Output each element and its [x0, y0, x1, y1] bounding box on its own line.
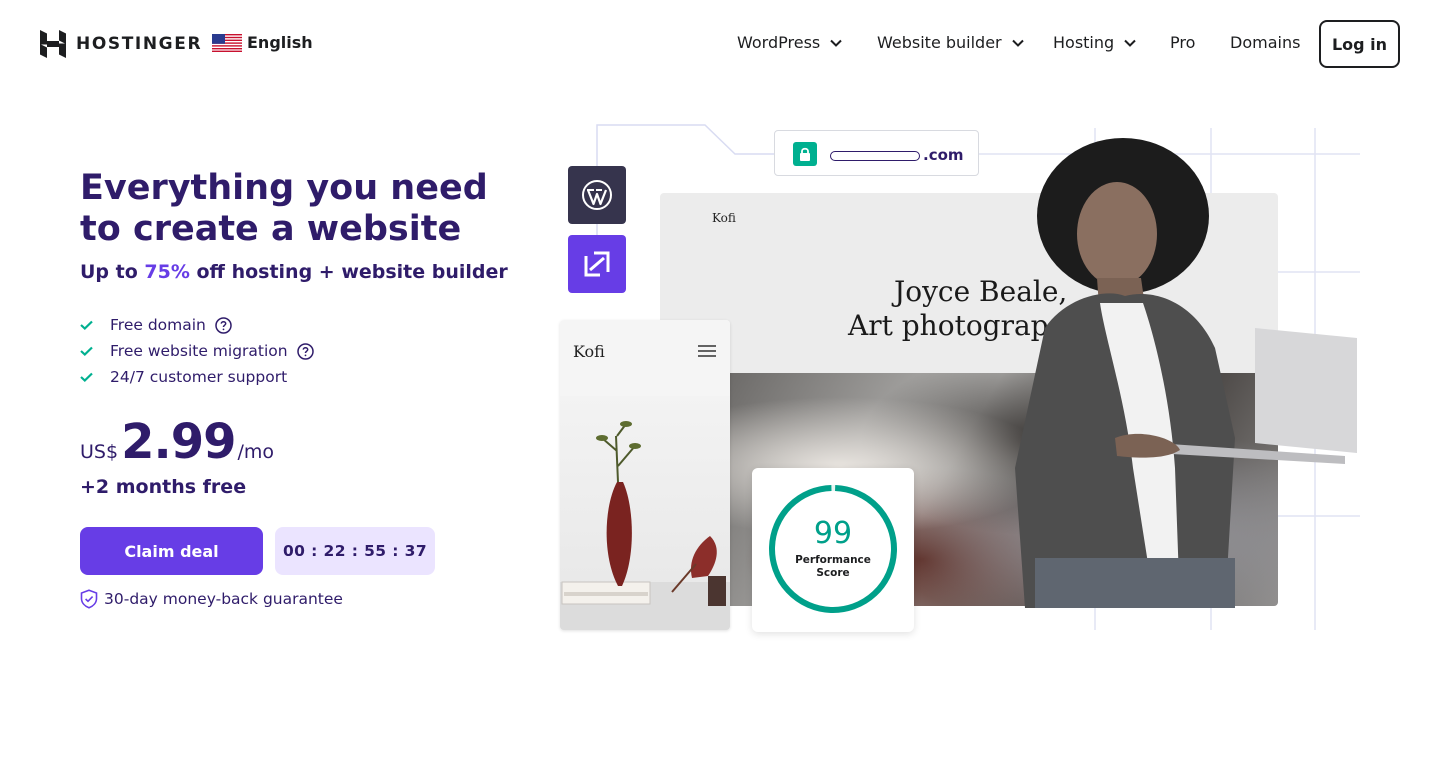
subtitle-suffix: off hosting + website builder: [189, 261, 508, 283]
shield-check-icon: [80, 589, 98, 609]
url-bar: .com: [774, 130, 979, 176]
hamburger-menu-icon: [698, 345, 716, 357]
vase-still-life-image: [560, 421, 730, 630]
nav-wordpress-label: WordPress: [737, 33, 821, 52]
nav-domains-label: Domains: [1230, 33, 1301, 52]
hero-title: Everything you need to create a website: [80, 168, 488, 249]
wordpress-icon: [582, 180, 612, 210]
feature-item: Free domain: [80, 312, 314, 338]
chevron-down-icon: [830, 39, 842, 47]
mobile-site-preview: Kofi: [560, 320, 730, 630]
chevron-down-icon: [1124, 39, 1136, 47]
url-placeholder: [830, 151, 920, 161]
hero-illustration: .com Kofi Joyce Beale, Art photograp Kof…: [555, 120, 1360, 640]
wordpress-tile: [568, 166, 626, 224]
nav-website-builder-label: Website builder: [877, 33, 1002, 52]
feature-label: Free website migration: [110, 342, 288, 360]
subtitle-prefix: Up to: [80, 261, 145, 283]
price-amount: 2.99: [121, 414, 236, 470]
chevron-down-icon: [1011, 39, 1024, 47]
feature-item: 24/7 customer support: [80, 364, 314, 390]
price-currency: US$: [80, 441, 119, 463]
money-back-guarantee: 30-day money-back guarantee: [80, 589, 343, 609]
countdown-timer: 00 : 22 : 55 : 37: [275, 527, 435, 575]
nav-website-builder[interactable]: Website builder: [877, 33, 1024, 52]
price-period: /mo: [237, 441, 275, 463]
lock-badge: [793, 142, 817, 166]
nav-pro[interactable]: Pro: [1170, 33, 1195, 52]
hostinger-logo[interactable]: HOSTINGER: [40, 30, 202, 58]
performance-score: 99: [813, 516, 853, 551]
guarantee-label: 30-day money-back guarantee: [104, 590, 343, 608]
mobile-brand: Kofi: [573, 342, 605, 361]
language-selector[interactable]: English: [212, 33, 313, 52]
top-navigation: HOSTINGER English WordPress Website buil…: [0, 0, 1440, 88]
mobile-header: Kofi: [560, 320, 730, 396]
performance-label: Performance Score: [752, 554, 914, 580]
lock-icon: [800, 147, 810, 161]
claim-deal-button[interactable]: Claim deal: [80, 527, 263, 575]
hostinger-logo-icon: [40, 30, 66, 58]
feature-label: 24/7 customer support: [110, 368, 288, 386]
nav-wordpress[interactable]: WordPress: [737, 33, 842, 52]
feature-label: Free domain: [110, 316, 206, 334]
help-circle-icon[interactable]: [296, 342, 314, 360]
check-icon: [80, 346, 93, 356]
discount-highlight: 75%: [144, 261, 190, 283]
check-icon: [80, 320, 93, 330]
help-circle-icon[interactable]: [215, 316, 232, 334]
mobile-photo: [560, 396, 730, 630]
language-label: English: [247, 33, 313, 52]
desktop-brand: Kofi: [712, 211, 736, 225]
bonus-offer: +2 months free: [80, 476, 247, 498]
feature-list: Free domain Free website migration 24/7 …: [80, 312, 314, 390]
nav-domains[interactable]: Domains: [1230, 33, 1300, 52]
performance-label-line1: Performance: [795, 554, 871, 566]
hero-subtitle: Up to 75% off hosting + website builder: [80, 261, 508, 283]
nav-hosting-label: Hosting: [1053, 33, 1115, 52]
website-builder-icon: [584, 251, 610, 277]
check-icon: [80, 372, 93, 382]
price: US$ 2.99 /mo: [80, 414, 274, 470]
performance-score-card: 99 Performance Score: [752, 468, 914, 632]
nav-hosting[interactable]: Hosting: [1053, 33, 1136, 52]
performance-label-line2: Score: [816, 567, 850, 579]
nav-pro-label: Pro: [1170, 33, 1196, 52]
url-tld: .com: [923, 146, 964, 164]
logo-text: HOSTINGER: [76, 34, 203, 54]
website-builder-tile: [568, 235, 626, 293]
woman-with-laptop-photo: [1015, 138, 1357, 608]
us-flag-icon: [212, 33, 242, 52]
feature-item: Free website migration: [80, 338, 314, 364]
login-button[interactable]: Log in: [1319, 20, 1400, 68]
